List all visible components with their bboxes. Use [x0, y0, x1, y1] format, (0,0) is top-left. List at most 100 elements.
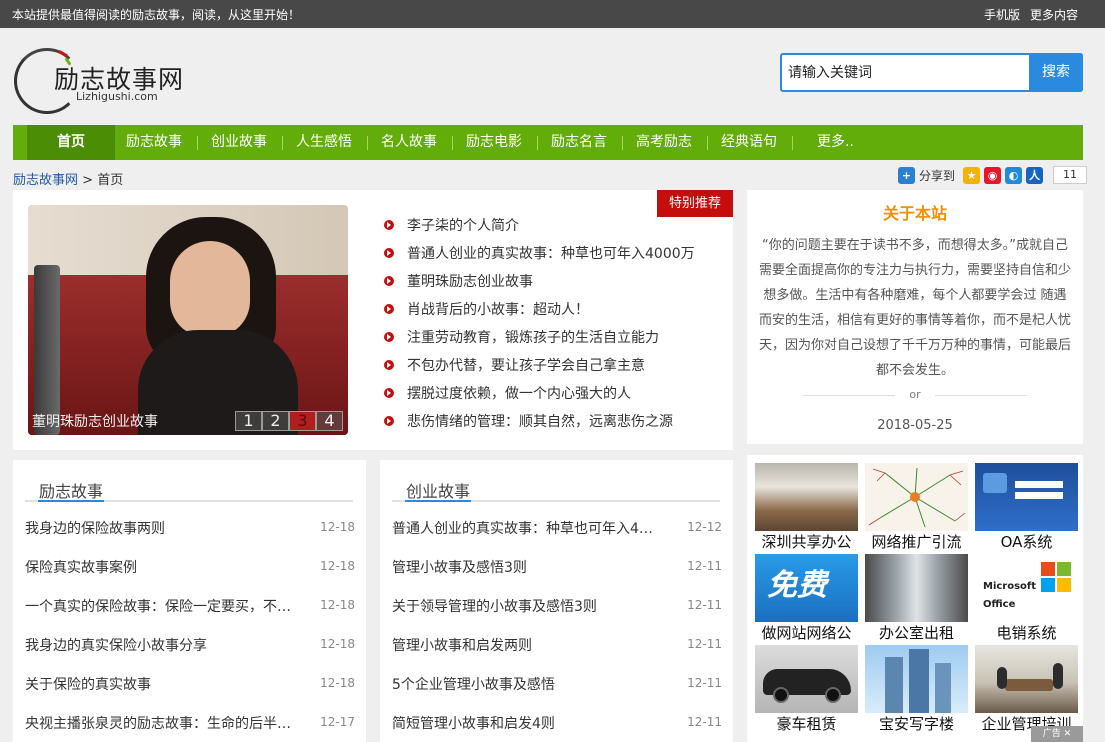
slideshow-caption[interactable]: 董明珠励志创业故事 — [32, 411, 158, 431]
nav-movies[interactable]: 励志电影 — [466, 125, 522, 160]
startups-heading: 创业故事 — [392, 478, 720, 502]
bullet-arrow-icon — [384, 332, 394, 342]
featured-item[interactable]: 董明珠励志创业故事 — [383, 273, 695, 301]
ad-tile[interactable]: Microsoft Office 电销系统 — [975, 554, 1078, 645]
bullet-arrow-icon — [384, 416, 394, 426]
nav-separator — [537, 135, 538, 150]
list-item[interactable]: 保险真实故事案例 12-18 — [25, 556, 355, 595]
stories-list: 我身边的保险故事两则 12-18 保险真实故事案例 12-18 一个真实的保险故事：… — [25, 517, 355, 742]
featured-item[interactable]: 肖战背后的小故事：超动人！ — [383, 301, 695, 329]
nav-exam-motivation[interactable]: 高考励志 — [636, 125, 692, 160]
bullet-arrow-icon — [384, 304, 394, 314]
ad-close-button[interactable]: 广告 ✕ — [1031, 726, 1083, 742]
skyscraper-icon — [865, 645, 968, 713]
featured-badge: 特别推荐 — [657, 190, 733, 217]
tencent-weibo-icon[interactable]: ◐ — [1005, 166, 1023, 184]
top-links: 手机版 更多内容 — [984, 6, 1078, 23]
bullet-arrow-icon — [384, 388, 394, 398]
nav-more[interactable]: 更多.. — [817, 125, 854, 160]
top-bar: 本站提供最值得阅读的励志故事，阅读，从这里开始！ 手机版 更多内容 — [0, 0, 1105, 28]
pager-button[interactable]: 1 — [235, 411, 262, 431]
ad-tile[interactable]: 豪车租赁 — [755, 645, 858, 736]
ad-tile[interactable]: OA系统 — [975, 463, 1078, 554]
ad-tile[interactable]: 免费 做网站网络公 — [755, 554, 858, 645]
plus-icon[interactable]: + — [898, 166, 915, 184]
nav-separator — [282, 135, 283, 150]
featured-item[interactable]: 普通人创业的真实故事：种草也可年入4000万 — [383, 245, 695, 273]
about-divider: or — [803, 388, 1027, 402]
nav-startup-stories[interactable]: 创业故事 — [211, 125, 267, 160]
nav-quotes[interactable]: 励志名言 — [551, 125, 607, 160]
bullet-arrow-icon — [384, 220, 394, 230]
more-content-link[interactable]: 更多内容 — [1030, 6, 1078, 23]
search-button[interactable]: 搜索 — [1029, 53, 1083, 92]
featured-panel: 董明珠励志创业故事 1 2 3 4 特别推荐 李子柒的个人简介 普通人创业的真实… — [13, 190, 733, 450]
list-item[interactable]: 5个企业管理小故事及感悟 12-11 — [392, 673, 722, 712]
ad-tile[interactable]: 办公室出租 — [865, 554, 968, 645]
slideshow-pager: 1 2 3 4 — [235, 411, 343, 431]
photo-lamp — [34, 265, 60, 435]
office-photo-icon — [755, 463, 858, 531]
about-date: 2018-05-25 — [877, 418, 953, 433]
sports-car-icon — [755, 645, 858, 713]
about-panel: 关于本站 “你的问题主要在于读书不多，而想得太多。”成就自己需要全面提高你的专注… — [747, 190, 1083, 444]
stories-heading: 励志故事 — [25, 478, 353, 502]
list-item[interactable]: 管理小故事及感悟3则 12-11 — [392, 556, 722, 595]
ad-tile[interactable]: 深圳共享办公 — [755, 463, 858, 554]
pager-button[interactable]: 4 — [316, 411, 343, 431]
list-item[interactable]: 管理小故事和启发两则 12-11 — [392, 634, 722, 673]
list-item[interactable]: 我身边的真实保险小故事分享 12-18 — [25, 634, 355, 673]
ad-tile[interactable]: 网络推广引流 — [865, 463, 968, 554]
bullet-arrow-icon — [384, 248, 394, 258]
search-box: 搜索 — [780, 53, 1083, 92]
about-text: “你的问题主要在于读书不多，而想得太多。”成就自己需要全面提高你的专注力与执行力… — [759, 238, 1072, 378]
pager-button[interactable]: 2 — [262, 411, 289, 431]
search-input[interactable] — [788, 62, 1018, 84]
nav-classic-sentences[interactable]: 经典语句 — [721, 125, 777, 160]
breadcrumb-home-link[interactable]: 励志故事网 — [13, 173, 78, 188]
list-item[interactable]: 央视主播张泉灵的励志故事：生命的后半… 12-17 — [25, 712, 355, 742]
nav-separator — [792, 135, 793, 150]
list-item[interactable]: 关于领导管理的小故事及感悟3则 12-11 — [392, 595, 722, 634]
mobile-version-link[interactable]: 手机版 — [984, 6, 1020, 23]
nav-celebrity-stories[interactable]: 名人故事 — [381, 125, 437, 160]
renren-icon[interactable]: 人 — [1026, 166, 1044, 184]
corridor-photo-icon — [865, 554, 968, 622]
nav-home[interactable]: 首页 — [27, 125, 115, 160]
weibo-icon[interactable]: ◉ — [984, 166, 1002, 184]
ads-grid: 深圳共享办公 网络推广引流 OA系统 免费 做网站网络公 办公室出租 Micro… — [755, 463, 1078, 736]
pager-button-active[interactable]: 3 — [289, 411, 316, 431]
site-tagline: 本站提供最值得阅读的励志故事，阅读，从这里开始！ — [12, 8, 301, 22]
bullet-arrow-icon — [384, 360, 394, 370]
list-item[interactable]: 简短管理小故事和启发4则 12-11 — [392, 712, 722, 742]
logo-domain: Lizhigushi.com — [76, 90, 158, 103]
main-nav: 首页 励志故事 创业故事 人生感悟 名人故事 励志电影 励志名言 高考励志 经典… — [13, 125, 1083, 160]
featured-slideshow[interactable]: 董明珠励志创业故事 1 2 3 4 — [28, 205, 348, 435]
site-logo[interactable]: 励志故事网 Lizhigushi.com — [14, 46, 184, 116]
nav-separator — [622, 135, 623, 150]
nav-life-insights[interactable]: 人生感悟 — [296, 125, 352, 160]
breadcrumb: 励志故事网 > 首页 — [13, 169, 123, 188]
breadcrumb-current: 首页 — [97, 173, 124, 188]
ad-tile[interactable]: 宝安写字楼 — [865, 645, 968, 736]
nav-separator — [707, 135, 708, 150]
list-item[interactable]: 普通人创业的真实故事：种草也可年入4… 12-12 — [392, 517, 722, 556]
qzone-icon[interactable]: ★ — [963, 166, 981, 184]
featured-item[interactable]: 注重劳动教育，锻炼孩子的生活自立能力 — [383, 329, 695, 357]
featured-item[interactable]: 悲伤情绪的管理：顺其自然，远离悲伤之源 — [383, 413, 695, 441]
featured-item[interactable]: 摆脱过度依赖，做一个内心强大的人 — [383, 385, 695, 413]
list-item[interactable]: 关于保险的真实故事 12-18 — [25, 673, 355, 712]
free-banner-icon: 免费 — [755, 554, 858, 622]
breadcrumb-separator: > — [82, 173, 94, 188]
startups-list: 普通人创业的真实故事：种草也可年入4… 12-12 管理小故事及感悟3则 12-11… — [392, 517, 722, 742]
list-item[interactable]: 一个真实的保险故事：保险一定要买，不… 12-18 — [25, 595, 355, 634]
list-item[interactable]: 我身边的保险故事两则 12-18 — [25, 517, 355, 556]
ads-panel: 深圳共享办公 网络推广引流 OA系统 免费 做网站网络公 办公室出租 Micro… — [747, 455, 1083, 742]
ad-tile[interactable]: 企业管理培训 — [975, 645, 1078, 736]
about-title: 关于本站 — [882, 204, 947, 223]
featured-item[interactable]: 不包办代替，要让孩子学会自己拿主意 — [383, 357, 695, 385]
nav-inspirational-stories[interactable]: 励志故事 — [126, 125, 182, 160]
office-logo-icon: Microsoft Office — [975, 554, 1078, 622]
meeting-photo-icon — [975, 645, 1078, 713]
featured-item[interactable]: 李子柒的个人简介 — [383, 217, 695, 245]
